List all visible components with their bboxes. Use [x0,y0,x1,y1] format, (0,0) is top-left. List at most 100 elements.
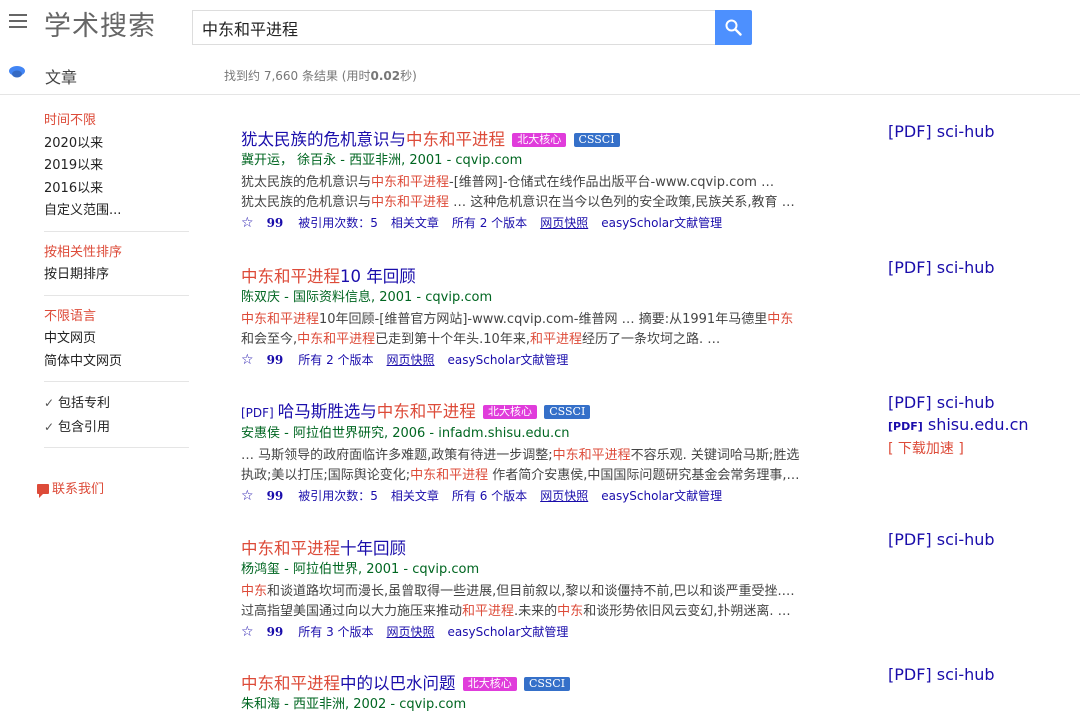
shisu-pdf-link[interactable]: [PDF] shisu.edu.cn [888,414,1068,438]
sort-by-relevance[interactable]: 按相关性排序 [44,242,189,265]
result-snippet: 过高指望美国通过向以大力施压来推动和平进程.未来的中东和谈形势依旧风云变幻,扑朔… [241,604,791,619]
search-input[interactable] [193,11,715,44]
lang-simplified-chinese[interactable]: 简体中文网页 [44,351,189,374]
filter-custom-range[interactable]: 自定义范围... [44,200,189,223]
scihub-pdf-link[interactable]: [PDF] sci-hub [888,529,1068,551]
result-snippet: 执政;美以打压;国际舆论变化;中东和平进程 作者简介安惠侯,中国国际问题研究基金… [241,468,800,483]
result-actions: ☆ 99 被引用次数：5 相关文章 所有 2 个版本 网页快照 easyScholar文献管… [241,214,871,232]
language-group: 不限语言 中文网页 简体中文网页 [44,306,189,382]
include-group: ✓ 包括专利 ✓ 包含引用 [44,392,189,448]
lang-any[interactable]: 不限语言 [44,306,189,329]
result-title[interactable]: 中东和平进程中的以巴水问题 北大核心 CSSCI [241,674,871,694]
pku-core-badge: 北大核心 [483,405,537,419]
cite-quote-icon[interactable]: 99 [267,625,284,639]
result-side-links: [PDF] sci-hub [888,257,1068,279]
sort-by-date[interactable]: 按日期排序 [44,264,189,287]
cached-snapshot-link[interactable]: 网页快照 [540,489,588,503]
result-snippet: 和会至今,中东和平进程已走到第十个年头.10年来,和平进程经历了一条坎坷之路. … [241,332,721,347]
result-title[interactable]: 中东和平进程10 年回顾 [241,267,871,287]
pku-core-badge: 北大核心 [462,677,517,691]
result-side-links: [PDF] sci-hub [PDF] shisu.edu.cn [ 下载加速 … [888,392,1068,460]
include-citations-checkbox[interactable]: ✓ 包含引用 [44,416,189,440]
checkmark-icon: ✓ [44,419,55,434]
cssci-badge: CSSCI [544,405,591,419]
cached-snapshot-link[interactable]: 网页快照 [387,353,435,367]
scihub-pdf-link[interactable]: [PDF] sci-hub [888,257,1068,279]
result-item: 犹太民族的危机意识与中东和平进程 北大核心 CSSCI 冀开运， 徐百永 - 西… [241,130,871,232]
download-accelerate-link[interactable]: [ 下载加速 ] [888,438,1068,460]
result-authors: 杨鸿玺 - 阿拉伯世界, 2001 - cqvip.com [241,562,480,577]
result-snippet: 犹太民族的危机意识与中东和平进程-[维普网]-仓储式在线作品出版平台-www.c… [241,175,775,190]
easyscholar-link[interactable]: easyScholar文献管理 [448,353,569,367]
result-title[interactable]: [PDF] 哈马斯胜选与中东和平进程 北大核心 CSSCI [241,402,871,423]
section-label[interactable]: 文章 [45,64,77,88]
all-versions-link[interactable]: 所有 6 个版本 [452,489,527,503]
result-actions: ☆ 99 所有 2 个版本 网页快照 easyScholar文献管理 [241,351,871,369]
hamburger-menu-icon[interactable] [9,14,27,28]
chat-bubble-icon [37,484,49,498]
cited-by-link[interactable]: 被引用次数：5 [298,489,378,503]
pku-core-badge: 北大核心 [512,133,567,147]
result-authors: 安惠侯 - 阿拉伯世界研究, 2006 - infadm.shisu.edu.c… [241,426,570,441]
scihub-pdf-link[interactable]: [PDF] sci-hub [888,664,1068,686]
save-star-icon[interactable]: ☆ [241,488,254,504]
result-authors: 陈双庆 - 国际资料信息, 2001 - cqvip.com [241,290,493,305]
result-snippet: 犹太民族的危机意识与中东和平进程 … 这种危机意识在当今以色列的安全政策,民族关… [241,195,795,210]
checkmark-icon: ✓ [44,396,55,410]
result-snippet: 中东和平进程10年回顾-[维普官方网站]-www.cqvip.com-维普网 …… [241,312,794,327]
cached-snapshot-link[interactable]: 网页快照 [540,216,588,230]
filter-since-2020[interactable]: 2020以来 [44,133,189,156]
result-item: 中东和平进程10 年回顾 陈双庆 - 国际资料信息, 2001 - cqvip.… [241,267,871,369]
cite-quote-icon[interactable]: 99 [267,216,284,230]
result-side-links: [PDF] sci-hub [888,121,1068,143]
include-patents-checkbox[interactable]: ✓ 包括专利 [44,392,189,416]
sub-bar: 文章 找到约 7,660 条结果 (用时0.02秒) [0,56,1080,95]
related-articles-link[interactable]: 相关文章 [391,216,439,230]
save-star-icon[interactable]: ☆ [241,352,254,368]
lang-chinese[interactable]: 中文网页 [44,328,189,351]
scihub-pdf-link[interactable]: [PDF] sci-hub [888,392,1068,414]
result-actions: ☆ 99 被引用次数：5 相关文章 所有 6 个版本 网页快照 easyScholar文献管… [241,487,871,505]
top-bar: 学术搜索 [0,0,1080,56]
all-versions-link[interactable]: 所有 2 个版本 [298,353,373,367]
cssci-badge: CSSCI [524,677,571,691]
easyscholar-link[interactable]: easyScholar文献管理 [448,625,569,639]
save-star-icon[interactable]: ☆ [241,215,254,231]
result-snippet: 中东和谈道路坎坷而漫长,虽曾取得一些进展,但目前叙以,黎以和谈僵持不前,巴以和谈… [241,584,795,599]
contact-us-link[interactable]: 联系我们 [37,478,104,498]
result-side-links: [PDF] sci-hub [888,664,1068,686]
result-snippet: … 马斯领导的政府面临许多难题,政策有待进一步调整;中东和平进程不容乐观. 关键… [241,448,800,463]
cached-snapshot-link[interactable]: 网页快照 [387,625,435,639]
search-icon [725,19,742,36]
filter-since-2019[interactable]: 2019以来 [44,155,189,178]
cite-quote-icon[interactable]: 99 [267,489,284,503]
result-item: 中东和平进程十年回顾 杨鸿玺 - 阿拉伯世界, 2001 - cqvip.com… [241,539,871,641]
result-stats: 找到约 7,660 条结果 (用时0.02秒) [224,69,417,83]
result-actions: ☆ 99 所有 3 个版本 网页快照 easyScholar文献管理 [241,623,871,641]
graduation-cap-icon [9,66,25,78]
result-item: 中东和平进程中的以巴水问题 北大核心 CSSCI 朱和海 - 西亚非洲, 200… [241,674,871,714]
related-articles-link[interactable]: 相关文章 [391,489,439,503]
all-versions-link[interactable]: 所有 2 个版本 [452,216,527,230]
all-versions-link[interactable]: 所有 3 个版本 [298,625,373,639]
easyscholar-link[interactable]: easyScholar文献管理 [601,489,722,503]
result-authors: 朱和海 - 西亚非洲, 2002 - cqvip.com [241,697,467,712]
save-star-icon[interactable]: ☆ [241,624,254,640]
result-title[interactable]: 犹太民族的危机意识与中东和平进程 北大核心 CSSCI [241,130,871,150]
scholar-logo[interactable]: 学术搜索 [44,4,156,43]
result-item: [PDF] 哈马斯胜选与中东和平进程 北大核心 CSSCI 安惠侯 - 阿拉伯世界… [241,402,871,505]
pdf-tag: [PDF] [241,406,274,420]
cssci-badge: CSSCI [573,133,620,147]
sort-group: 按相关性排序 按日期排序 [44,242,189,296]
cite-quote-icon[interactable]: 99 [267,353,284,367]
search-box[interactable] [192,10,715,45]
easyscholar-link[interactable]: easyScholar文献管理 [601,216,722,230]
cited-by-link[interactable]: 被引用次数：5 [298,216,378,230]
scihub-pdf-link[interactable]: [PDF] sci-hub [888,121,1068,143]
filter-anytime[interactable]: 时间不限 [44,110,189,133]
filter-sidebar: 时间不限 2020以来 2019以来 2016以来 自定义范围... 按相关性排… [44,110,189,458]
time-filter-group: 时间不限 2020以来 2019以来 2016以来 自定义范围... [44,110,189,232]
result-title[interactable]: 中东和平进程十年回顾 [241,539,871,559]
search-button[interactable] [715,10,752,45]
filter-since-2016[interactable]: 2016以来 [44,178,189,201]
